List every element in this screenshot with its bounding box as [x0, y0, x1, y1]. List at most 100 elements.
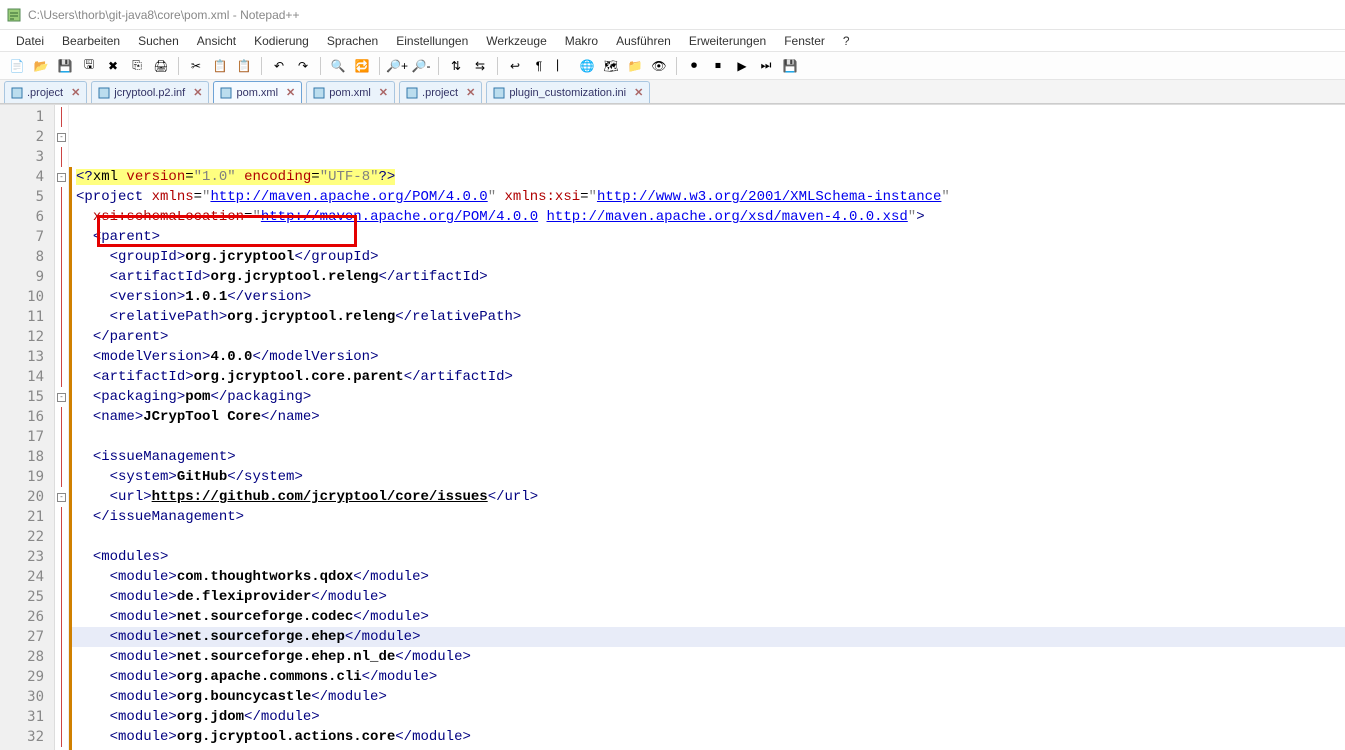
menu-erweiterungen[interactable]: Erweiterungen — [681, 32, 774, 50]
fold-row[interactable] — [55, 327, 68, 347]
line-number[interactable]: 30 — [0, 687, 54, 707]
fold-row[interactable] — [55, 307, 68, 327]
copy-icon[interactable]: 📋 — [209, 55, 231, 77]
record-icon[interactable]: ⏺ — [683, 55, 705, 77]
fold-row[interactable]: - — [55, 487, 68, 507]
menu-fenster[interactable]: Fenster — [776, 32, 833, 50]
fold-row[interactable] — [55, 587, 68, 607]
tab-0[interactable]: .project✕ — [4, 81, 87, 103]
fold-row[interactable] — [55, 507, 68, 527]
tab-close-icon[interactable]: ✕ — [634, 86, 643, 99]
lang-icon[interactable]: 🌐 — [576, 55, 598, 77]
line-number[interactable]: 25 — [0, 587, 54, 607]
menu-makro[interactable]: Makro — [557, 32, 606, 50]
line-number[interactable]: 14 — [0, 367, 54, 387]
code-line-6[interactable]: <artifactId>org.jcryptool.releng</artifa… — [69, 267, 1345, 287]
fold-row[interactable] — [55, 287, 68, 307]
fold-margin[interactable]: ---- — [55, 105, 69, 750]
tab-close-icon[interactable]: ✕ — [71, 86, 80, 99]
menu-ansicht[interactable]: Ansicht — [189, 32, 244, 50]
line-number[interactable]: 11 — [0, 307, 54, 327]
tab-1[interactable]: jcryptool.p2.inf✕ — [91, 81, 209, 103]
code-line-14[interactable] — [69, 427, 1345, 447]
stop-icon[interactable]: ⏹ — [707, 55, 729, 77]
sync-h-icon[interactable]: ⇆ — [469, 55, 491, 77]
tab-2[interactable]: pom.xml✕ — [213, 81, 302, 103]
fold-row[interactable] — [55, 427, 68, 447]
menu-einstellungen[interactable]: Einstellungen — [388, 32, 476, 50]
wordwrap-icon[interactable]: ↩ — [504, 55, 526, 77]
code-line-28[interactable]: <module>org.jdom</module> — [69, 707, 1345, 727]
fold-row[interactable] — [55, 267, 68, 287]
code-line-5[interactable]: <groupId>org.jcryptool</groupId> — [69, 247, 1345, 267]
play-icon[interactable]: ▶ — [731, 55, 753, 77]
line-number[interactable]: 29 — [0, 667, 54, 687]
line-number[interactable]: 24 — [0, 567, 54, 587]
line-number[interactable]: 5 — [0, 187, 54, 207]
fold-row[interactable] — [55, 627, 68, 647]
doc-map-icon[interactable]: 🗺 — [600, 55, 622, 77]
fold-toggle-icon[interactable]: - — [57, 393, 66, 402]
code-line-26[interactable]: <module>org.apache.commons.cli</module> — [69, 667, 1345, 687]
line-number[interactable]: 3 — [0, 147, 54, 167]
tab-close-icon[interactable]: ✕ — [466, 86, 475, 99]
menu-sprachen[interactable]: Sprachen — [319, 32, 386, 50]
line-number[interactable]: 4 — [0, 167, 54, 187]
tab-5[interactable]: plugin_customization.ini✕ — [486, 81, 650, 103]
code-line-27[interactable]: <module>org.bouncycastle</module> — [69, 687, 1345, 707]
menu-suchen[interactable]: Suchen — [130, 32, 187, 50]
fold-row[interactable] — [55, 247, 68, 267]
line-number[interactable]: 7 — [0, 227, 54, 247]
code-line-18[interactable]: </issueManagement> — [69, 507, 1345, 527]
line-number[interactable]: 26 — [0, 607, 54, 627]
line-number[interactable]: 1 — [0, 107, 54, 127]
code-line-17[interactable]: <url>https://github.com/jcryptool/core/i… — [69, 487, 1345, 507]
line-number[interactable]: 13 — [0, 347, 54, 367]
code-line-3[interactable]: xsi:schemaLocation="http://maven.apache.… — [69, 207, 1345, 227]
menu-?[interactable]: ? — [835, 32, 858, 50]
code-line-20[interactable]: <modules> — [69, 547, 1345, 567]
tab-3[interactable]: pom.xml✕ — [306, 81, 395, 103]
line-number[interactable]: 18 — [0, 447, 54, 467]
fold-row[interactable] — [55, 527, 68, 547]
fold-row[interactable] — [55, 147, 68, 167]
line-number[interactable]: 32 — [0, 727, 54, 747]
tab-close-icon[interactable]: ✕ — [193, 86, 202, 99]
save-icon[interactable]: 💾 — [54, 55, 76, 77]
find-icon[interactable]: 🔍 — [327, 55, 349, 77]
line-number[interactable]: 19 — [0, 467, 54, 487]
play-multi-icon[interactable]: ⏭ — [755, 55, 777, 77]
fold-row[interactable] — [55, 567, 68, 587]
fold-row[interactable] — [55, 547, 68, 567]
fold-row[interactable] — [55, 647, 68, 667]
code-line-2[interactable]: <project xmlns="http://maven.apache.org/… — [69, 187, 1345, 207]
print-icon[interactable]: 🖨 — [150, 55, 172, 77]
fold-toggle-icon[interactable]: - — [57, 133, 66, 142]
line-number[interactable]: 8 — [0, 247, 54, 267]
tab-close-icon[interactable]: ✕ — [286, 86, 295, 99]
line-number[interactable]: 6 — [0, 207, 54, 227]
fold-row[interactable] — [55, 607, 68, 627]
fold-row[interactable] — [55, 727, 68, 747]
fold-row[interactable] — [55, 667, 68, 687]
fold-toggle-icon[interactable]: - — [57, 493, 66, 502]
save-macro-icon[interactable]: 💾 — [779, 55, 801, 77]
code-editor[interactable]: <?xml version="1.0" encoding="UTF-8"?><p… — [69, 105, 1345, 750]
show-all-icon[interactable]: ¶ — [528, 55, 550, 77]
line-number[interactable]: 21 — [0, 507, 54, 527]
code-line-19[interactable] — [69, 527, 1345, 547]
zoom-out-icon[interactable]: 🔎- — [410, 55, 432, 77]
line-number[interactable]: 28 — [0, 647, 54, 667]
monitor-icon[interactable]: 👁 — [648, 55, 670, 77]
close-all-icon[interactable]: ⎘ — [126, 55, 148, 77]
code-line-29[interactable]: <module>org.jcryptool.actions.core</modu… — [69, 727, 1345, 747]
line-number[interactable]: 22 — [0, 527, 54, 547]
line-number[interactable]: 15 — [0, 387, 54, 407]
fold-row[interactable] — [55, 367, 68, 387]
line-number[interactable]: 27 — [0, 627, 54, 647]
fold-row[interactable]: - — [55, 127, 68, 147]
line-number[interactable]: 9 — [0, 267, 54, 287]
line-number[interactable]: 16 — [0, 407, 54, 427]
menu-kodierung[interactable]: Kodierung — [246, 32, 317, 50]
fold-row[interactable] — [55, 347, 68, 367]
